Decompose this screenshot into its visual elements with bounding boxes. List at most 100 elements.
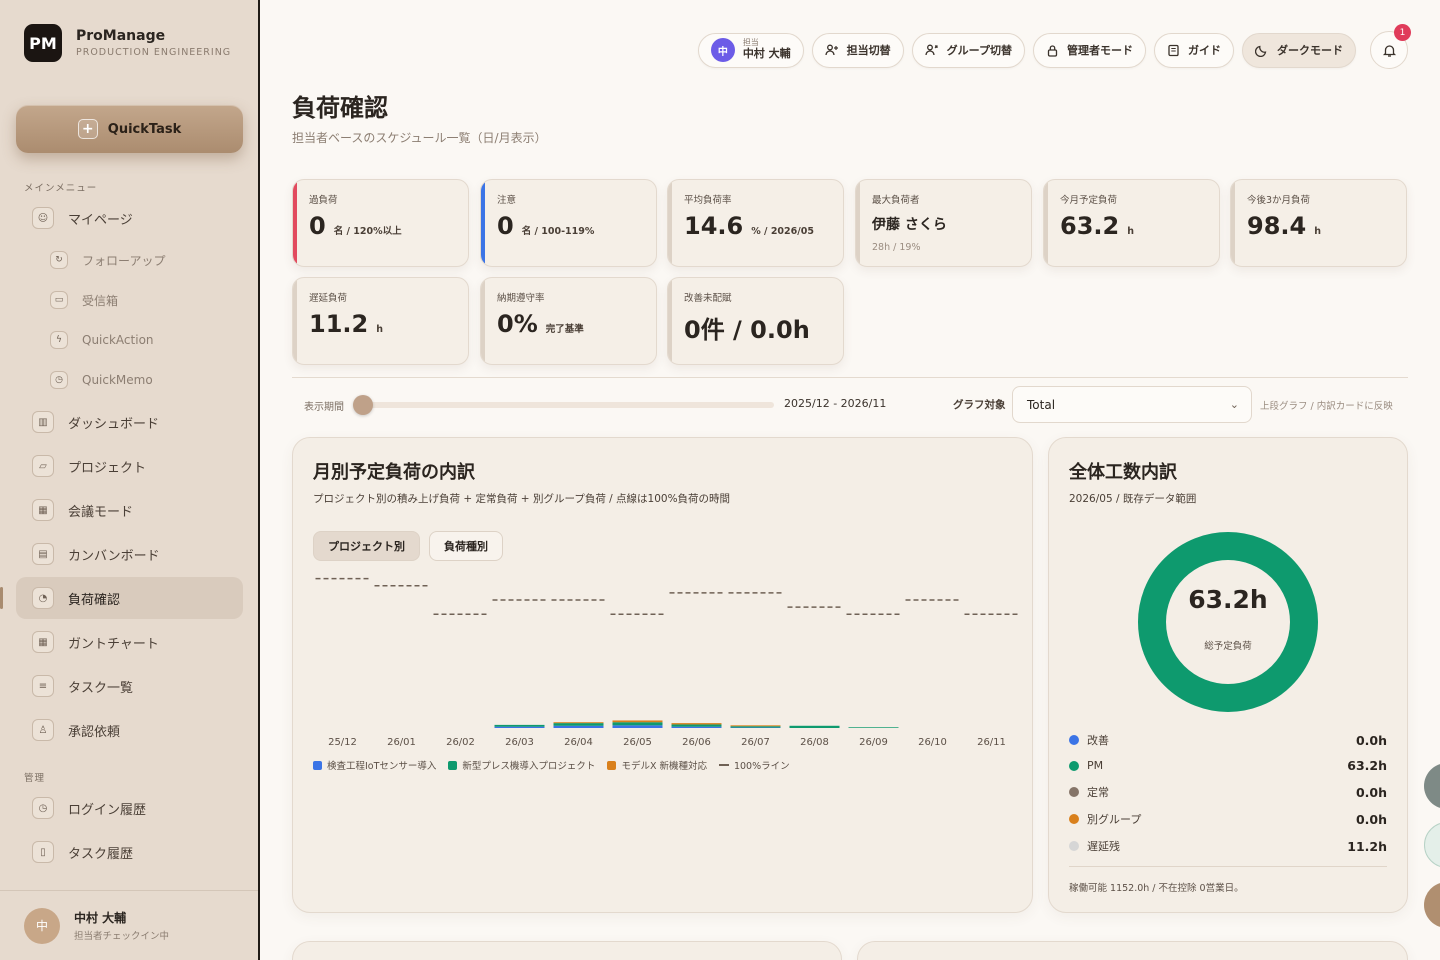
- range-label: 表示期間: [304, 402, 344, 413]
- x-tick-label: 26/09: [859, 737, 888, 748]
- breakdown-dot: [1069, 735, 1079, 745]
- sidebar-item-approval[interactable]: ♙ 承認依頼: [16, 709, 243, 751]
- breakdown-divider: [1069, 866, 1387, 867]
- kpi-overload[interactable]: 過負荷 0 名 / 120%以上: [292, 179, 469, 267]
- breakdown-dot: [1069, 787, 1079, 797]
- bar-segment[interactable]: [671, 724, 722, 727]
- kpi-delayed-load[interactable]: 遅延負荷 11.2 h: [292, 277, 469, 365]
- sidebar-item-meeting[interactable]: ▦ 会議モード: [16, 489, 243, 531]
- breakdown-label: 定常: [1087, 786, 1109, 799]
- kpi-label: 今後3か月負荷: [1247, 195, 1311, 206]
- bar-segment[interactable]: [730, 726, 781, 728]
- sidebar-item-inbox[interactable]: ▭ 受信箱: [16, 279, 243, 321]
- sidebar-item-login-history[interactable]: ◷ ログイン履歴: [16, 787, 243, 829]
- bar-segment[interactable]: [494, 724, 545, 727]
- x-tick-label: 25/12: [328, 737, 357, 748]
- bar-segment[interactable]: [553, 725, 604, 728]
- breakdown-value: 0.0h: [1355, 732, 1387, 748]
- graph-target-hint: 上段グラフ / 内訳カードに反映: [1260, 401, 1393, 412]
- kpi-sub: 28h / 19%: [872, 242, 921, 253]
- legend-swatch: [607, 760, 617, 770]
- bell-icon: [1382, 44, 1396, 57]
- sidebar-item-label: QuickMemo: [82, 373, 153, 387]
- breakdown-footnote: 稼働可能 1152.0h / 不在控除 0営業日。: [1069, 883, 1244, 894]
- range-slider-track[interactable]: [356, 402, 774, 408]
- panel-subtitle: 2026/05 / 既存データ範囲: [1069, 493, 1197, 505]
- guide-button[interactable]: ガイド: [1154, 32, 1234, 68]
- sidebar-item-quickmemo[interactable]: ◷ QuickMemo: [16, 359, 243, 401]
- kpi-label: 遅延負荷: [309, 293, 348, 304]
- notification-button[interactable]: 1: [1370, 24, 1411, 69]
- bar-segment[interactable]: [848, 727, 899, 728]
- x-tick-label: 26/04: [564, 737, 593, 748]
- range-slider-handle[interactable]: [353, 395, 373, 415]
- range-value: 2025/12 - 2026/11: [784, 397, 887, 410]
- breakdown-row: 定常 0.0h: [1069, 784, 1387, 800]
- kpi-unit: 完了基準: [545, 324, 584, 335]
- sidebar-item-tasks[interactable]: ≡ タスク一覧: [16, 665, 243, 707]
- bar-segment[interactable]: [612, 722, 663, 726]
- sidebar-item-dashboard[interactable]: ▥ ダッシュボード: [16, 401, 243, 443]
- kpi-label: 改善未配賦: [684, 293, 732, 304]
- x-tick-label: 26/11: [977, 737, 1006, 748]
- sidebar-item-mypage[interactable]: ☺ マイページ: [16, 197, 243, 239]
- sidebar-item-followup[interactable]: ↻ フォローアップ: [16, 239, 243, 281]
- dark-mode-button[interactable]: ダークモード: [1242, 32, 1356, 68]
- sidebar-item-projects[interactable]: ▱ プロジェクト: [16, 445, 243, 487]
- kpi-improvement-unassigned[interactable]: 改善未配賦 0件 / 0.0h: [667, 277, 844, 365]
- sidebar-item-task-history[interactable]: ▯ タスク履歴: [16, 831, 243, 873]
- bar-segment[interactable]: [612, 725, 663, 728]
- section-divider: [292, 377, 1408, 378]
- sidebar-item-gantt[interactable]: ▦ ガントチャート: [16, 621, 243, 663]
- kpi-next-3-months-load[interactable]: 今後3か月負荷 98.4 h: [1230, 179, 1407, 267]
- brand-logo: PM: [24, 24, 62, 62]
- breakdown-value: 0.0h: [1355, 811, 1387, 827]
- current-assignee-chip[interactable]: 中 担当 中村 大輔: [697, 32, 804, 68]
- x-tick-label: 26/07: [741, 737, 770, 748]
- kpi-this-month-load[interactable]: 今月予定負荷 63.2 h: [1043, 179, 1220, 267]
- floating-action-button[interactable]: [1424, 763, 1440, 809]
- bar-segment[interactable]: [612, 720, 663, 723]
- kpi-value: 98.4: [1247, 212, 1307, 240]
- legend-line: [718, 764, 729, 766]
- floating-action-button[interactable]: [1424, 822, 1440, 868]
- bar-segment[interactable]: [671, 723, 722, 725]
- brand[interactable]: PM ProManage PRODUCTION ENGINEERING: [24, 24, 231, 62]
- bar-segment[interactable]: [553, 722, 604, 724]
- kpi-caution[interactable]: 注意 0 名 / 100-119%: [480, 179, 657, 267]
- history-icon: ◷: [32, 797, 54, 819]
- monthly-load-chart: 25/12 26/01 26/02 26/03 26/04 26/05 26/06 26/07…: [315, 577, 1019, 748]
- kpi-unit: 名 / 100-119%: [521, 226, 595, 237]
- floating-action-button[interactable]: [1424, 882, 1440, 928]
- current-user[interactable]: 中 中村 大輔 担当者チェックイン中: [0, 890, 258, 960]
- assignee-switch-button[interactable]: 担当切替: [811, 32, 904, 68]
- bar-segment[interactable]: [671, 726, 722, 728]
- group-switch-icon: [925, 44, 938, 56]
- kpi-deadline-compliance[interactable]: 納期遵守率 0% 完了基準: [480, 277, 657, 365]
- sidebar-item-quickaction[interactable]: ϟ QuickAction: [16, 319, 243, 361]
- bar-segment[interactable]: [730, 725, 781, 727]
- guide-icon: [1168, 44, 1179, 56]
- quicktask-button[interactable]: + QuickTask: [16, 105, 243, 153]
- graph-target-label: グラフ対象: [953, 399, 1006, 411]
- sidebar-item-kanban[interactable]: ▤ カンバンボード: [16, 533, 243, 575]
- panel-title: 全体工数内訳: [1069, 462, 1177, 483]
- bar-segment[interactable]: [494, 726, 545, 728]
- sidebar-item-label: QuickAction: [82, 333, 154, 347]
- bar-segment[interactable]: [789, 725, 840, 728]
- kpi-value: 0%: [497, 310, 538, 338]
- sidebar-item-load[interactable]: ◔ 負荷確認: [16, 577, 243, 619]
- sidebar-item-label: マイページ: [68, 212, 133, 228]
- kpi-max-load-person[interactable]: 最大負荷者 伊藤 さくら 28h / 19%: [855, 179, 1032, 267]
- workload-breakdown-panel: 全体工数内訳 2026/05 / 既存データ範囲 63.2h 総予定負荷 改善 …: [1048, 437, 1408, 913]
- bar-segment[interactable]: [553, 723, 604, 726]
- kanban-icon: ▤: [32, 543, 54, 565]
- group-switch-button[interactable]: グループ切替: [911, 32, 1025, 68]
- graph-target-select[interactable]: Total ⌄: [1012, 386, 1252, 423]
- kpi-avg-load-rate[interactable]: 平均負荷率 14.6 % / 2026/05: [667, 179, 844, 267]
- admin-mode-button[interactable]: 管理者モード: [1033, 32, 1146, 68]
- sidebar-item-label: ダッシュボード: [68, 416, 160, 432]
- kpi-person-name: 伊藤 さくら: [872, 217, 947, 233]
- user-icon: ☺: [32, 207, 54, 229]
- legend-swatch: [448, 760, 458, 770]
